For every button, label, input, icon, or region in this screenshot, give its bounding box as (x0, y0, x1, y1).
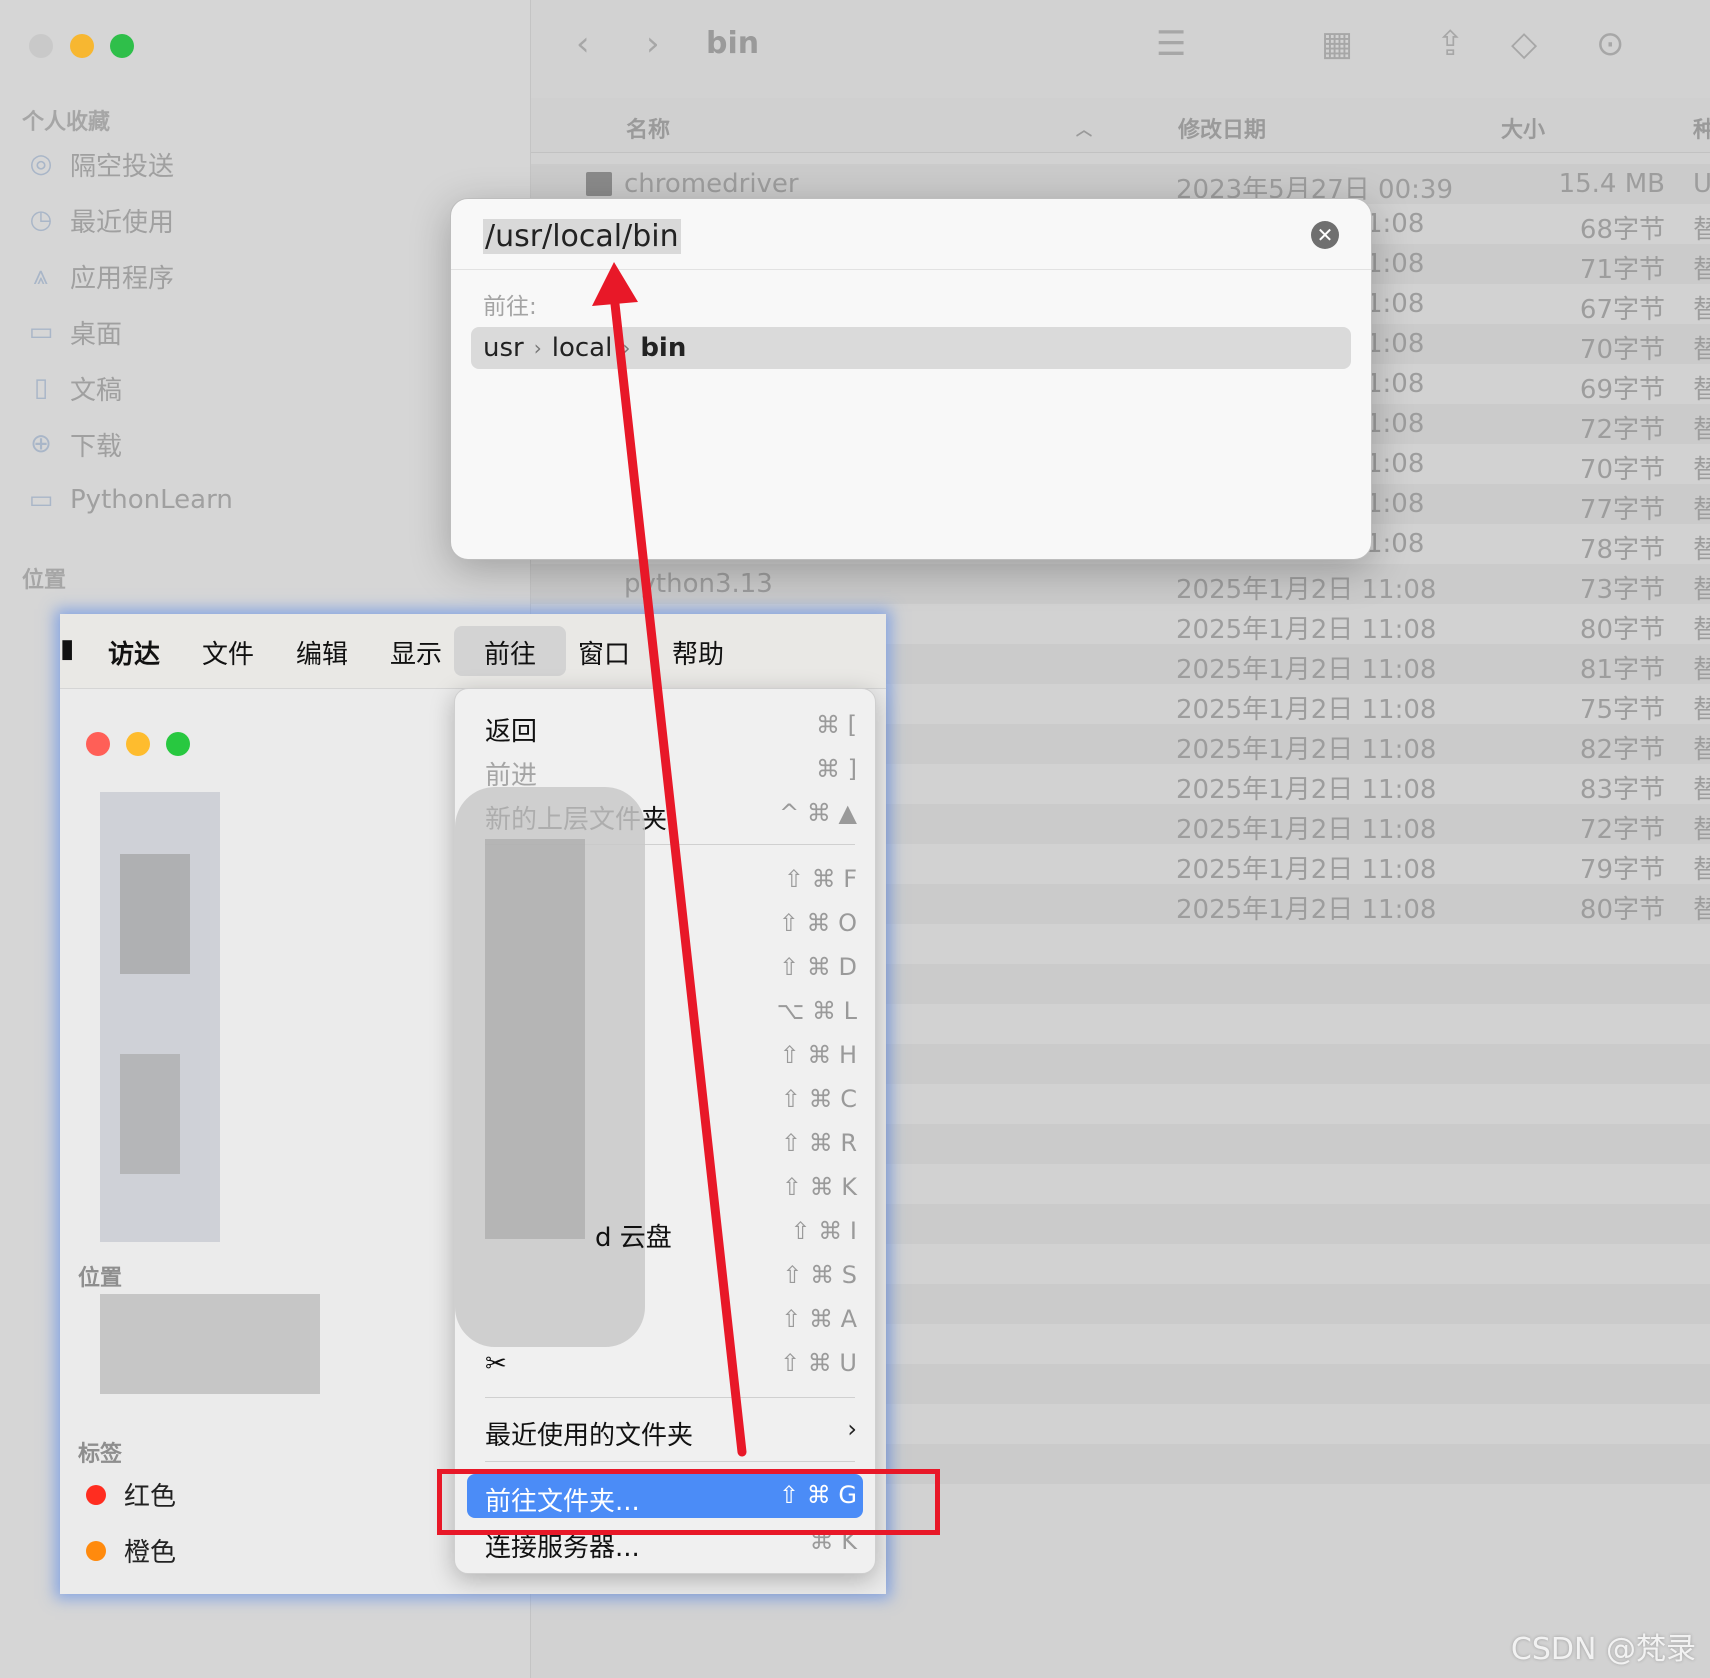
annotation-arrow (592, 262, 747, 1457)
watermark: CSDN @梵录 (1510, 1632, 1696, 1667)
